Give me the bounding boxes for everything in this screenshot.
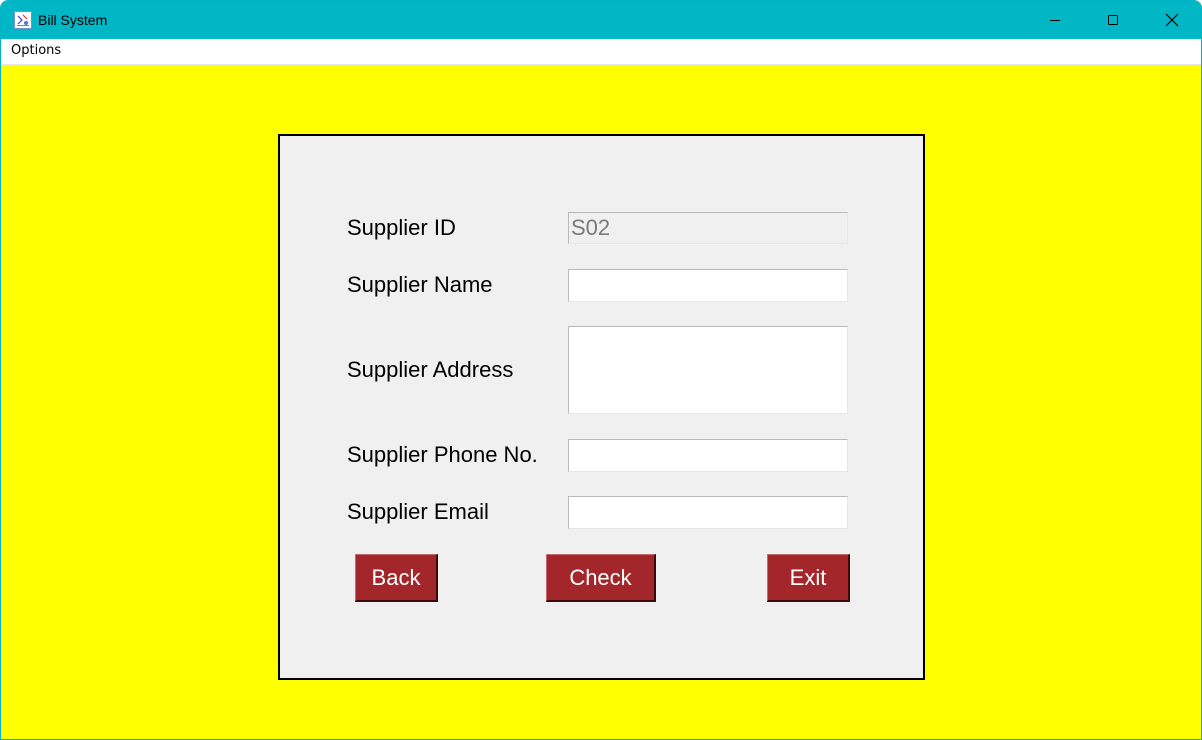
supplier-phone-field[interactable] <box>568 439 848 472</box>
minimize-icon <box>1050 20 1060 21</box>
menu-bar: Options <box>1 39 1201 65</box>
supplier-form-panel: Supplier ID Supplier Name Supplier Addre… <box>278 134 925 680</box>
app-icon <box>14 11 32 29</box>
app-window: Bill System Options Supplier ID Supplier… <box>0 0 1202 740</box>
exit-button[interactable]: Exit <box>767 554 850 602</box>
supplier-id-label: Supplier ID <box>347 215 456 240</box>
back-button[interactable]: Back <box>355 554 438 602</box>
supplier-name-field[interactable] <box>568 269 848 302</box>
supplier-id-field[interactable] <box>568 212 848 244</box>
check-button[interactable]: Check <box>546 554 656 602</box>
supplier-email-field[interactable] <box>568 496 848 529</box>
supplier-address-label: Supplier Address <box>347 357 514 382</box>
maximize-button[interactable] <box>1084 1 1142 39</box>
maximize-icon <box>1108 15 1118 25</box>
supplier-phone-label: Supplier Phone No. <box>347 442 538 467</box>
close-icon <box>1165 13 1179 27</box>
close-button[interactable] <box>1143 1 1201 39</box>
window-title: Bill System <box>38 12 108 28</box>
minimize-button[interactable] <box>1026 1 1084 39</box>
supplier-name-label: Supplier Name <box>347 272 493 297</box>
supplier-email-label: Supplier Email <box>347 499 489 524</box>
main-content: Supplier ID Supplier Name Supplier Addre… <box>1 65 1201 739</box>
title-bar[interactable]: Bill System <box>1 1 1201 39</box>
menu-options[interactable]: Options <box>5 39 67 64</box>
supplier-address-field[interactable] <box>568 326 848 414</box>
